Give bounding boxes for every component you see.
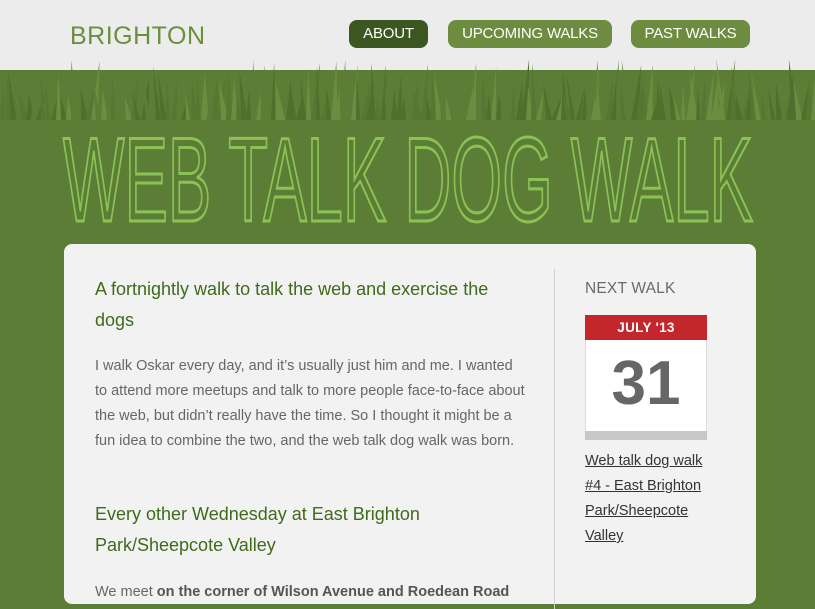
calendar-widget: JULY '13 31	[585, 315, 707, 440]
schedule-heading: Every other Wednesday at East Brighton P…	[95, 504, 420, 555]
calendar-month: JULY '13	[585, 315, 707, 340]
hero-banner: WEB TALK DOG WALK	[62, 112, 755, 237]
content-card: A fortnightly walk to talk the web and e…	[64, 244, 756, 609]
nav-past-walks-button[interactable]: PAST WALKS	[631, 20, 750, 48]
sidebar-divider	[554, 269, 555, 609]
intro-paragraph: I walk Oskar every day, and it’s usually…	[95, 358, 525, 449]
nav-about-button[interactable]: ABOUT	[349, 20, 428, 48]
calendar-day: 31	[611, 349, 681, 418]
next-walk-link[interactable]: Web talk dog walk #4 - East Brighton Par…	[585, 449, 710, 549]
next-walk-label: NEXT WALK	[585, 280, 676, 297]
meeting-point-text: We meet on the corner of Wilson Avenue a…	[95, 580, 525, 605]
intro-heading: A fortnightly walk to talk the web and e…	[95, 279, 489, 330]
meeting-point-location: on the corner of Wilson Avenue and Roede…	[156, 584, 510, 600]
hero-title: WEB TALK DOG WALK	[63, 113, 753, 236]
site-brand[interactable]: BRIGHTON	[70, 22, 206, 51]
nav-upcoming-walks-button[interactable]: UPCOMING WALKS	[448, 20, 612, 48]
calendar-footer	[585, 431, 707, 440]
meeting-point-intro: We meet	[95, 584, 157, 600]
